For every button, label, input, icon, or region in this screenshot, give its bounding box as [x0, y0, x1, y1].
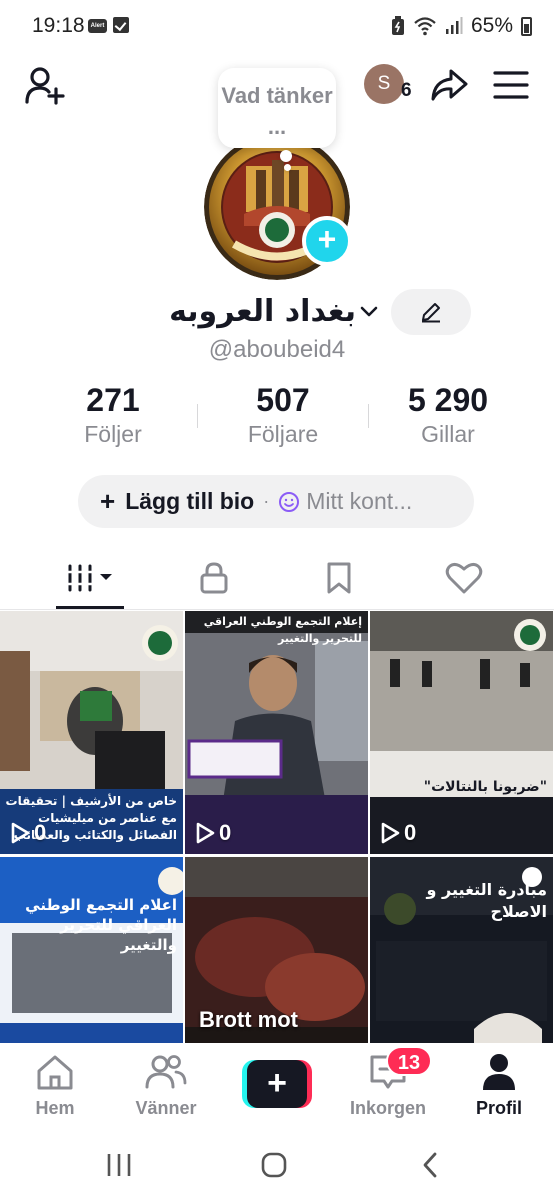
video-caption: Brott mot: [199, 1007, 298, 1032]
recent-apps-button[interactable]: [99, 1149, 139, 1181]
bio-separator: ·: [263, 491, 270, 511]
view-count-value: 0: [34, 820, 47, 845]
plus-icon: +: [247, 1060, 307, 1108]
tab-favorites[interactable]: [279, 553, 399, 603]
my-content-label: Mitt kont...: [306, 488, 413, 514]
pencil-icon: [422, 303, 440, 323]
smiley-icon: [279, 491, 300, 512]
bookmark-icon: [327, 562, 351, 594]
menu-button[interactable]: [490, 64, 532, 106]
nav-profile-label: Profil: [475, 1098, 522, 1118]
home-icon: [37, 1055, 73, 1090]
video-thumbnail-image: [185, 611, 368, 854]
share-profile-button[interactable]: [426, 64, 472, 106]
edit-profile-button[interactable]: [391, 289, 471, 335]
add-friend-button[interactable]: [22, 62, 68, 108]
view-count: 0: [380, 820, 416, 846]
back-icon: [423, 1152, 437, 1178]
profile-icon: [483, 1054, 515, 1090]
display-name: بغداد العروبه: [169, 293, 356, 329]
video-caption: إعلام التجمع الوطني العراقي للتحرير والت…: [203, 615, 362, 645]
status-bar: 19:18 Alert 65%: [0, 0, 554, 52]
followers-label: Följare: [247, 421, 319, 447]
nav-home-label: Hem: [35, 1098, 75, 1118]
play-icon: [196, 822, 215, 844]
wifi-icon: [414, 17, 436, 36]
tab-liked[interactable]: [404, 553, 524, 603]
share-icon: [431, 69, 468, 101]
view-count-value: 0: [404, 820, 417, 845]
status-time: 19:18: [32, 14, 85, 37]
heart-icon: [445, 562, 483, 594]
chevron-down-icon: [360, 306, 378, 317]
status-right: 65%: [391, 14, 532, 38]
nav-home[interactable]: Hem: [0, 1053, 110, 1119]
video-thumbnail[interactable]: إعلام التجمع الوطني العراقي للتحرير والت…: [185, 611, 368, 854]
signal-icon: [445, 17, 463, 34]
hamburger-menu-icon: [493, 71, 529, 99]
grid-icon: [68, 564, 112, 592]
likes-count: 5 290: [407, 382, 489, 418]
home-button[interactable]: [254, 1149, 294, 1181]
thought-bubble-dot-small: [284, 164, 291, 171]
add-photo-button[interactable]: +: [302, 216, 352, 266]
view-count: 0: [195, 820, 231, 846]
plus-icon: +: [317, 221, 337, 257]
friends-icon: [145, 1055, 187, 1089]
add-user-icon: [25, 67, 65, 105]
alert-notification-icon: Alert: [88, 19, 107, 33]
inbox-badge: 13: [386, 1046, 432, 1076]
nav-inbox-label: Inkorgen: [349, 1098, 426, 1118]
back-button[interactable]: [410, 1149, 450, 1181]
following-label: Följer: [84, 421, 142, 447]
following-count: 271: [86, 382, 140, 418]
battery-icon: [521, 16, 532, 36]
play-icon: [11, 822, 30, 844]
lock-icon: [200, 562, 228, 594]
nav-friends[interactable]: Vänner: [111, 1053, 221, 1119]
likes-label: Gillar: [421, 421, 475, 447]
add-bio-button[interactable]: + Lägg till bio · Mitt kont...: [78, 475, 474, 528]
thought-bubble-dot: [280, 150, 292, 162]
battery-saver-icon: [391, 16, 404, 35]
video-caption: مبادرة التغيير و الاصلاح: [426, 880, 547, 921]
play-icon: [381, 822, 400, 844]
thought-bubble[interactable]: Vad tänker ...: [218, 68, 336, 148]
check-notification-icon: [113, 17, 129, 33]
video-thumbnail-image: [370, 611, 553, 854]
system-navigation: [0, 1131, 554, 1200]
battery-percent: 65%: [470, 14, 513, 37]
create-video-button[interactable]: +: [242, 1060, 312, 1108]
plus-icon: +: [100, 486, 116, 516]
stat-followers[interactable]: 507 Följare: [198, 382, 368, 448]
account-switcher[interactable]: بغداد العروبه: [160, 288, 380, 334]
nav-friends-label: Vänner: [135, 1098, 197, 1118]
followers-count: 507: [256, 382, 310, 418]
story-avatar[interactable]: S: [364, 64, 404, 104]
video-thumbnail[interactable]: خاص من الأرشيف | تحقيقات مع عناصر من ميل…: [0, 611, 183, 854]
nav-profile[interactable]: Profil: [444, 1053, 554, 1119]
story-count: 6: [401, 80, 412, 101]
video-caption: اعلام التجمع الوطني العراقي للتحرير والت…: [25, 896, 177, 954]
home-circle-icon: [261, 1152, 287, 1178]
bottom-navigation: Hem Vänner + Inkorgen Profil: [0, 1043, 554, 1131]
video-thumbnail[interactable]: "ضربونا بالنتالات" 0: [370, 611, 553, 854]
recent-apps-icon: [107, 1154, 131, 1176]
username: @aboubeid4: [208, 336, 346, 363]
view-count-value: 0: [219, 820, 232, 845]
view-count: 0: [10, 820, 46, 846]
tab-videos[interactable]: [30, 553, 150, 603]
tab-private[interactable]: [154, 553, 274, 603]
stat-following[interactable]: 271 Följer: [28, 382, 198, 448]
tab-divider: [0, 609, 554, 610]
add-bio-label: Lägg till bio: [125, 488, 255, 514]
video-caption: "ضربونا بالنتالات": [423, 779, 547, 795]
stat-likes[interactable]: 5 290 Gillar: [363, 382, 533, 448]
